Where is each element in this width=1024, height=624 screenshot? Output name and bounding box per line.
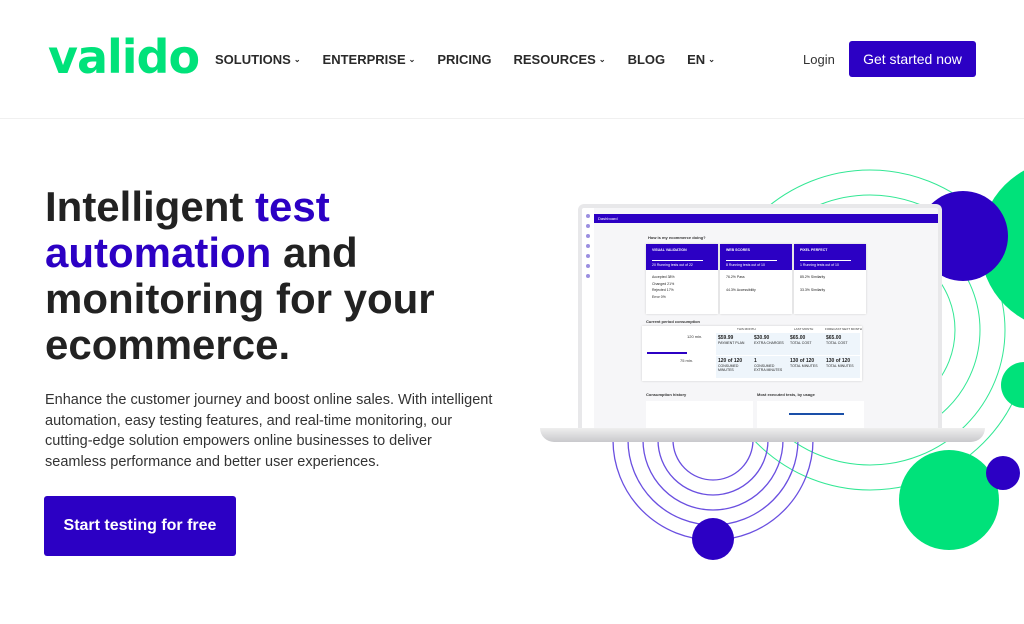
most-executed-panel	[757, 401, 864, 428]
row: 76.2% Pass	[726, 275, 745, 279]
minutes-used: 75 min.	[680, 358, 694, 363]
nav-label: ENTERPRISE	[322, 52, 406, 67]
history-title: Consumption history	[646, 392, 687, 397]
label: CONSUMED MINUTES	[718, 364, 739, 372]
nav-label: BLOG	[627, 52, 666, 67]
start-testing-button[interactable]: Start testing for free	[44, 496, 236, 556]
row: 44.3% Accessibility	[726, 288, 756, 292]
label: PAYMENT PLAN	[718, 341, 745, 345]
main-nav: SOLUTIONS ⌄ ENTERPRISE ⌄ PRICING RESOURCES…	[215, 52, 715, 67]
card-title: WEB SCORES	[726, 248, 750, 252]
label: TOTAL MINUTES	[790, 364, 818, 368]
nav-blog[interactable]: BLOG	[628, 52, 666, 67]
col-header: THIS MONTH	[737, 327, 756, 331]
label: CONSUMED EXTRA MINUTES	[754, 364, 783, 372]
cell: 130 of 120 TOTAL MINUTES	[824, 356, 860, 378]
consumption-title: Current period consumption	[646, 319, 700, 324]
chevron-down-icon: ⌄	[408, 55, 416, 64]
consumption-panel: 120 min. 75 min. THIS MONTH LAST MONTH F…	[642, 326, 862, 381]
row: Error 0%	[652, 294, 666, 299]
card-web-scores: WEB SCORES 8 Running tests out of 10 76.2…	[720, 244, 792, 314]
chevron-down-icon: ⌄	[293, 55, 301, 64]
cell: 1 CONSUMED EXTRA MINUTES	[752, 356, 788, 378]
laptop-base	[540, 428, 985, 442]
language-selector[interactable]: EN ⌄	[687, 52, 715, 67]
label: TOTAL MINUTES	[826, 364, 854, 368]
title-part: Intelligent	[45, 183, 255, 230]
card-title: VISUAL VALIDATION	[652, 248, 687, 252]
label: TOTAL COST	[826, 341, 848, 345]
site-header: valido SOLUTIONS ⌄ ENTERPRISE ⌄ PRICING RE…	[0, 0, 1024, 119]
cell: $65.00 TOTAL COST	[788, 333, 824, 355]
cell: 120 of 120 CONSUMED MINUTES	[716, 356, 752, 378]
row: 85.2% Similarity	[800, 275, 826, 279]
chevron-down-icon: ⌄	[598, 55, 606, 64]
cell: $65.00 TOTAL COST	[824, 333, 860, 355]
dashboard-question: How is my ecommerce doing?	[648, 235, 706, 240]
chevron-down-icon: ⌄	[708, 55, 715, 64]
card-sub: 1 Running tests out of 10	[800, 263, 839, 267]
history-panel	[646, 401, 753, 428]
col-header: FORECAST NEXT MONTH	[825, 327, 862, 331]
card-pixel-perfect: PIXEL PERFECT 1 Running tests out of 10 8…	[794, 244, 866, 314]
nav-solutions[interactable]: SOLUTIONS ⌄	[215, 52, 301, 67]
nav-label: PRICING	[437, 52, 492, 67]
nav-label: RESOURCES	[513, 52, 596, 67]
nav-pricing[interactable]: PRICING	[437, 52, 491, 67]
valido-logo[interactable]: valido	[48, 30, 200, 84]
nav-label: SOLUTIONS	[215, 52, 291, 67]
label: TOTAL COST	[790, 341, 812, 345]
minutes-plan: 120 min.	[687, 334, 703, 339]
nav-label: EN	[687, 52, 706, 67]
nav-resources[interactable]: RESOURCES ⌄	[514, 52, 606, 67]
get-started-button[interactable]: Get started now	[849, 41, 976, 77]
dashboard-sidebar	[582, 208, 594, 428]
row: 33.3% Similarity	[800, 288, 826, 292]
most-executed-title: Most executed tests, by usage	[757, 392, 815, 397]
login-link[interactable]: Login	[803, 52, 835, 67]
col-header: LAST MONTH	[794, 327, 814, 331]
dashboard-topbar: Dashboard	[594, 214, 938, 223]
card-sub: 20 Running tests out of 22	[652, 263, 693, 267]
usage-bar	[647, 352, 687, 354]
label: EXTRA CHARGES	[754, 341, 784, 345]
hero-description: Enhance the customer journey and boost o…	[45, 392, 493, 470]
nav-enterprise[interactable]: ENTERPRISE ⌄	[323, 52, 416, 67]
cell: $30.90 EXTRA CHARGES	[752, 333, 788, 355]
card-sub: 8 Running tests out of 10	[726, 263, 765, 267]
card-visual-validation: VISUAL VALIDATION 20 Running tests out of…	[646, 244, 718, 314]
dashboard-mockup: Dashboard How is my ecommerce doing? VIS…	[578, 204, 942, 428]
card-title: PIXEL PERFECT	[800, 248, 828, 252]
cell: $59.99 PAYMENT PLAN	[716, 333, 752, 355]
cell: 130 of 120 TOTAL MINUTES	[788, 356, 824, 378]
hero-title: Intelligent test automation and monitori…	[45, 184, 515, 368]
